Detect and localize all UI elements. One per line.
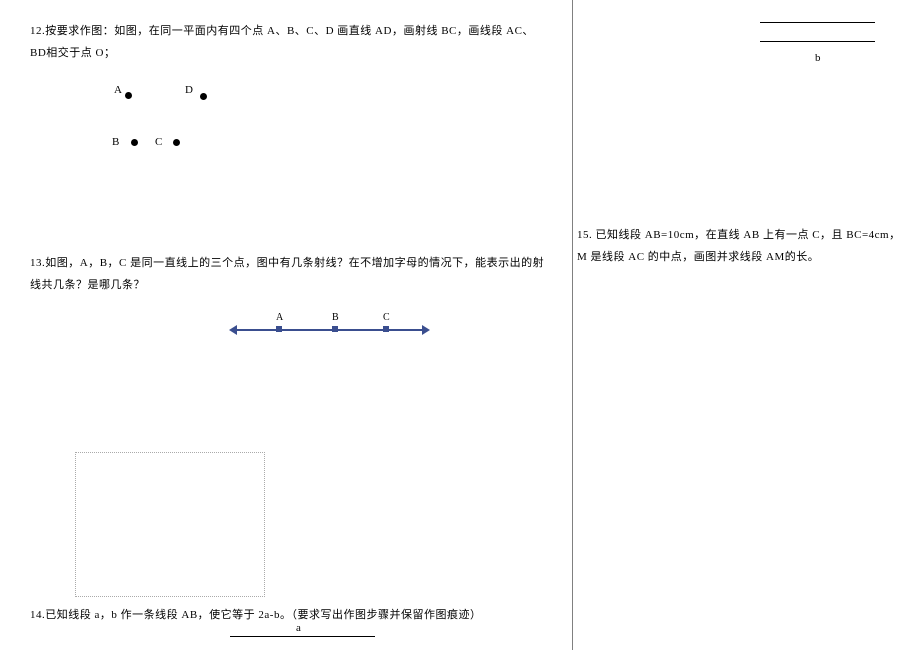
line-13 xyxy=(232,329,427,331)
segment-b-group: b xyxy=(760,22,875,42)
point-B-icon xyxy=(332,326,338,332)
label-C: C xyxy=(155,136,162,148)
point-A-icon xyxy=(276,326,282,332)
segment-b-top-icon xyxy=(760,22,875,23)
problem-13: 13.如图，A，B，C 是同一直线上的三个点，图中有几条射线？在不增加字母的情况… xyxy=(30,252,545,344)
problem-15-text: 15. 已知线段 AB=10cm，在直线 AB 上有一点 C，且 BC=4cm，… xyxy=(577,229,901,263)
problem-13-text: 13.如图，A，B，C 是同一直线上的三个点，图中有几条射线？在不增加字母的情况… xyxy=(30,252,545,296)
problem-14-text: 14.已知线段 a，b 作一条线段 AB，使它等于 2a-b。（要求写出作图步骤… xyxy=(30,604,540,626)
problem-12-text: 12.按要求作图：如图，在同一平面内有四个点 A、B、C、D 画直线 AD，画射… xyxy=(30,20,547,64)
point-D-icon xyxy=(200,93,207,100)
label-A: A xyxy=(276,312,283,323)
point-A-icon xyxy=(125,92,132,99)
point-C-icon xyxy=(173,139,180,146)
label-A: A xyxy=(114,84,122,96)
point-C-icon xyxy=(383,326,389,332)
label-D: D xyxy=(185,84,193,96)
arrow-right-icon xyxy=(422,325,430,335)
right-column: b xyxy=(572,0,920,650)
label-b: b xyxy=(815,52,821,64)
point-B-icon xyxy=(131,139,138,146)
segment-b-bottom-icon xyxy=(760,41,875,42)
problem-12: 12.按要求作图：如图，在同一平面内有四个点 A、B、C、D 画直线 AD，画射… xyxy=(30,20,547,174)
dotted-workspace-box xyxy=(75,452,265,597)
left-column: 12.按要求作图：如图，在同一平面内有四个点 A、B、C、D 画直线 AD，画射… xyxy=(0,0,572,650)
figure-13: A B C xyxy=(232,314,427,344)
segment-a-icon xyxy=(230,636,375,637)
problem-14: 14.已知线段 a，b 作一条线段 AB，使它等于 2a-b。（要求写出作图步骤… xyxy=(30,604,540,626)
label-B: B xyxy=(332,312,339,323)
label-B: B xyxy=(112,136,119,148)
figure-12: A D B C xyxy=(112,84,262,174)
label-a: a xyxy=(296,622,301,634)
label-C: C xyxy=(383,312,390,323)
problem-15: 15. 已知线段 AB=10cm，在直线 AB 上有一点 C，且 BC=4cm，… xyxy=(577,224,907,268)
